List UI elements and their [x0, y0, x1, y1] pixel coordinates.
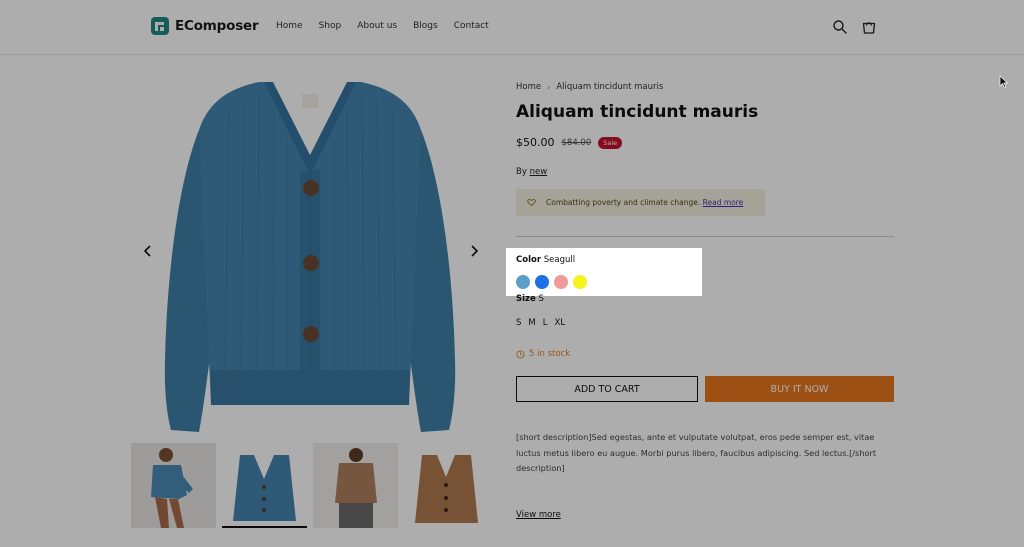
stock-status: 5 in stock [516, 349, 570, 359]
stock-text: 5 in stock [529, 349, 571, 359]
swatch-blue[interactable] [535, 275, 549, 289]
breadcrumb-home[interactable]: Home [516, 82, 541, 92]
main-nav: Home Shop About us Blogs Contact [276, 21, 489, 31]
read-more-link[interactable]: Read more [703, 198, 744, 207]
thumbnail-cardigan-brown[interactable] [404, 443, 489, 528]
nav-home[interactable]: Home [276, 21, 303, 31]
swatch-seagull[interactable] [516, 275, 530, 289]
thumbnail-strip [131, 443, 489, 528]
short-description: [short description]Sed egestas, ante et … [516, 432, 877, 473]
divider [516, 236, 894, 237]
size-selected-value: S [538, 294, 544, 304]
nav-about-us[interactable]: About us [357, 21, 397, 31]
product-main-image[interactable] [159, 70, 461, 438]
ecomposer-logo-icon [151, 17, 169, 35]
breadcrumb: Home › Aliquam tincidunt mauris [516, 82, 663, 92]
size-options: S M L XL [516, 318, 565, 328]
thumbnail-cardigan-front[interactable] [222, 443, 307, 528]
thumbnail-model[interactable] [131, 443, 216, 528]
vendor-link[interactable]: new [530, 167, 548, 177]
gallery-next-arrow-icon[interactable] [467, 243, 481, 259]
thumbnail-model-back[interactable] [313, 443, 398, 528]
price-row: $50.00 $84.00 Sale [516, 136, 623, 149]
swatch-yellow[interactable] [573, 275, 587, 289]
add-to-cart-button[interactable]: ADD TO CART [516, 376, 698, 402]
vendor-prefix: By [516, 167, 527, 177]
brand-logo[interactable]: EComposer [151, 17, 259, 35]
product-info: Home › Aliquam tincidunt mauris Aliquam … [506, 0, 896, 547]
swatch-pink[interactable] [554, 275, 568, 289]
clock-icon [516, 349, 525, 359]
view-more-link[interactable]: View more [516, 510, 561, 520]
breadcrumb-separator-icon: › [547, 82, 551, 92]
breadcrumb-current: Aliquam tincidunt mauris [556, 82, 664, 92]
vendor-row: By new [516, 167, 547, 177]
size-option-xl[interactable]: XL [555, 318, 566, 328]
notice-text: Combatting poverty and climate change. [546, 198, 701, 207]
size-label: Size S [516, 294, 544, 304]
size-label-title: Size [516, 294, 536, 304]
charity-notice: Combatting poverty and climate change. R… [516, 189, 765, 216]
nav-contact[interactable]: Contact [454, 21, 489, 31]
color-label: Color Seagull [516, 255, 575, 265]
color-swatches [516, 275, 587, 289]
buy-it-now-button[interactable]: BUY IT NOW [705, 376, 894, 402]
color-selected-value: Seagull [543, 255, 576, 265]
nav-blogs[interactable]: Blogs [413, 21, 438, 31]
nav-shop[interactable]: Shop [319, 21, 342, 31]
compare-price: $84.00 [561, 137, 592, 148]
gallery-prev-arrow-icon[interactable] [141, 243, 155, 259]
size-option-m[interactable]: M [528, 318, 535, 328]
size-option-s[interactable]: S [516, 318, 521, 328]
heart-icon [527, 198, 536, 207]
color-label-title: Color [516, 255, 542, 265]
mouse-cursor-icon [999, 75, 1009, 89]
size-option-l[interactable]: L [543, 318, 548, 328]
product-title: Aliquam tincidunt mauris [516, 102, 759, 122]
brand-name: EComposer [175, 18, 259, 34]
product-price: $50.00 [516, 136, 555, 149]
sale-badge: Sale [598, 136, 623, 149]
